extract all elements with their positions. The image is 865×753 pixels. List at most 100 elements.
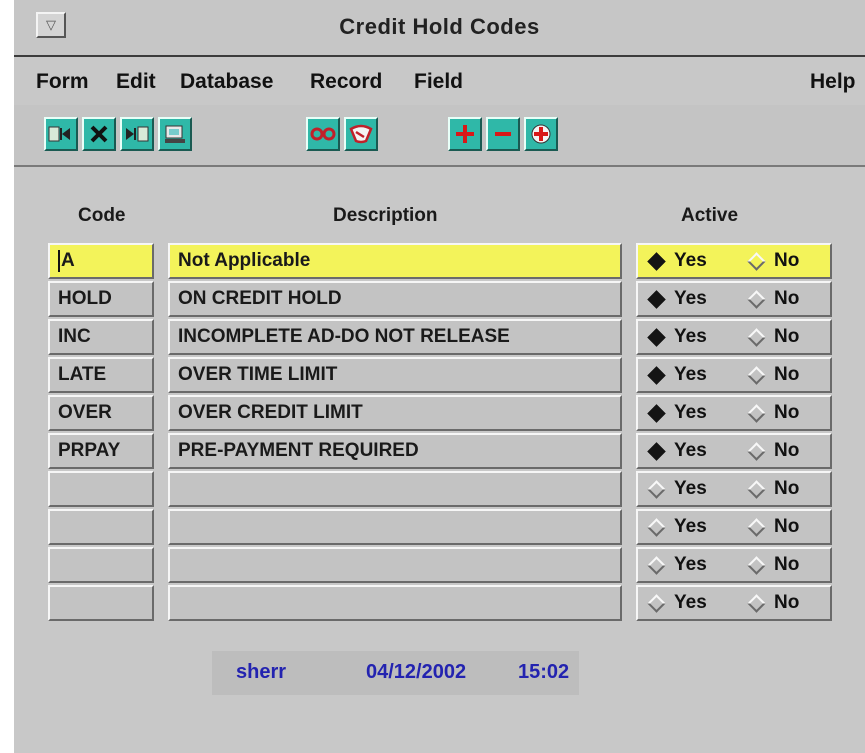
column-header-active: Active (681, 205, 739, 226)
active-no-radio[interactable]: No (746, 359, 799, 391)
description-field[interactable] (168, 509, 622, 545)
radio-no-label: No (774, 402, 800, 423)
insert-record-button[interactable] (524, 117, 558, 151)
code-field[interactable]: HOLD (48, 281, 154, 317)
active-yes-radio[interactable]: Yes (646, 587, 707, 619)
menu-form[interactable]: Form (36, 70, 89, 94)
radio-no-label: No (774, 364, 800, 385)
radio-yes-label: Yes (674, 288, 707, 309)
active-radio-group: Yes No (636, 281, 832, 317)
menu-field-label: Field (414, 70, 464, 93)
menu-form-label: Form (36, 70, 89, 93)
radio-yes-label: Yes (674, 250, 707, 271)
query-button[interactable] (344, 117, 378, 151)
radio-yes-label: Yes (674, 592, 707, 613)
active-no-radio[interactable]: No (746, 549, 799, 581)
menu-record[interactable]: Record (310, 70, 382, 94)
description-field[interactable] (168, 547, 622, 583)
description-field[interactable] (168, 471, 622, 507)
active-yes-radio[interactable]: Yes (646, 397, 707, 429)
menu-field[interactable]: Field (414, 70, 463, 94)
description-field[interactable]: OVER TIME LIMIT (168, 357, 622, 393)
code-field[interactable] (48, 471, 154, 507)
code-field[interactable] (48, 547, 154, 583)
radio-unselected-icon (747, 327, 766, 347)
description-field[interactable]: PRE-PAYMENT REQUIRED (168, 433, 622, 469)
code-field[interactable]: OVER (48, 395, 154, 431)
active-yes-radio[interactable]: Yes (646, 435, 707, 467)
delete-button[interactable] (82, 117, 116, 151)
active-yes-radio[interactable]: Yes (646, 245, 707, 277)
active-no-radio[interactable]: No (746, 283, 799, 315)
active-no-radio[interactable]: No (746, 511, 799, 543)
active-no-radio[interactable]: No (746, 435, 799, 467)
active-no-radio[interactable]: No (746, 245, 799, 277)
code-field[interactable]: A (48, 243, 154, 279)
radio-unselected-icon (747, 289, 766, 309)
code-value: A (61, 250, 75, 271)
active-no-radio[interactable]: No (746, 397, 799, 429)
print-button[interactable] (158, 117, 192, 151)
active-radio-group: Yes No (636, 357, 832, 393)
code-field[interactable]: INC (48, 319, 154, 355)
last-record-button[interactable] (120, 117, 154, 151)
table-row: Yes No (14, 547, 865, 583)
radio-selected-icon (647, 251, 666, 271)
description-field[interactable]: Not Applicable (168, 243, 622, 279)
table-row: PRPAY PRE-PAYMENT REQUIRED Yes No (14, 433, 865, 469)
menu-bar: Form Edit Database Record Field Help (14, 57, 865, 105)
radio-yes-label: Yes (674, 516, 707, 537)
code-field[interactable]: LATE (48, 357, 154, 393)
description-value: INCOMPLETE AD-DO NOT RELEASE (178, 326, 510, 347)
radio-unselected-icon (647, 555, 666, 575)
code-value: OVER (58, 402, 112, 423)
code-field[interactable] (48, 509, 154, 545)
description-field[interactable] (168, 585, 622, 621)
add-record-button[interactable] (448, 117, 482, 151)
active-yes-radio[interactable]: Yes (646, 359, 707, 391)
active-yes-radio[interactable]: Yes (646, 473, 707, 505)
table-row: HOLD ON CREDIT HOLD Yes No (14, 281, 865, 317)
menu-edit-label: Edit (116, 70, 156, 93)
radio-selected-icon (647, 403, 666, 423)
description-field[interactable]: ON CREDIT HOLD (168, 281, 622, 317)
menu-edit[interactable]: Edit (116, 70, 156, 94)
menu-database[interactable]: Database (180, 70, 273, 94)
active-no-radio[interactable]: No (746, 321, 799, 353)
menu-help-label: Help (810, 70, 856, 93)
code-value: LATE (58, 364, 107, 385)
first-record-icon (48, 126, 70, 142)
radio-no-label: No (774, 554, 800, 575)
remove-record-button[interactable] (486, 117, 520, 151)
menu-help[interactable]: Help (810, 70, 856, 94)
status-user: sherr (236, 661, 287, 683)
active-no-radio[interactable]: No (746, 473, 799, 505)
description-field[interactable]: OVER CREDIT LIMIT (168, 395, 622, 431)
active-radio-group: Yes No (636, 433, 832, 469)
code-field[interactable]: PRPAY (48, 433, 154, 469)
first-record-button[interactable] (44, 117, 78, 151)
radio-no-label: No (774, 250, 800, 271)
radio-selected-icon (647, 289, 666, 309)
query-icon (349, 124, 373, 144)
code-field[interactable] (48, 585, 154, 621)
active-no-radio[interactable]: No (746, 587, 799, 619)
active-yes-radio[interactable]: Yes (646, 283, 707, 315)
radio-yes-label: Yes (674, 326, 707, 347)
window-title: Credit Hold Codes (339, 14, 540, 39)
active-yes-radio[interactable]: Yes (646, 321, 707, 353)
active-yes-radio[interactable]: Yes (646, 549, 707, 581)
radio-yes-label: Yes (674, 478, 707, 499)
radio-selected-icon (647, 327, 666, 347)
credit-hold-codes-window: ▽ Credit Hold Codes Form Edit Database R… (14, 0, 865, 753)
description-value: OVER TIME LIMIT (178, 364, 338, 385)
radio-unselected-icon (647, 593, 666, 613)
radio-unselected-icon (747, 593, 766, 613)
view-button[interactable] (306, 117, 340, 151)
table-row: A Not Applicable Yes No (14, 243, 865, 279)
radio-no-label: No (774, 516, 800, 537)
active-yes-radio[interactable]: Yes (646, 511, 707, 543)
status-bar: sherr 04/12/2002 15:02 (212, 651, 579, 695)
active-radio-group: Yes No (636, 585, 832, 621)
description-field[interactable]: INCOMPLETE AD-DO NOT RELEASE (168, 319, 622, 355)
